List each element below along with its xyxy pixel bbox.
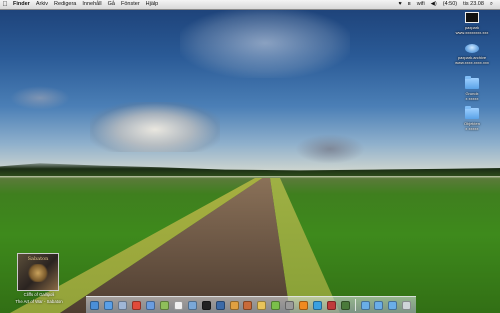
apple-menu-icon[interactable]:  [0,0,10,9]
wallpaper-cloud-left [10,86,70,110]
menu-hjalp[interactable]: Hjälp [143,0,162,9]
wallpaper-cloud-right [295,134,365,164]
menu-arkiv[interactable]: Arkiv [33,0,51,9]
terminal-icon[interactable] [201,300,211,310]
now-playing-track: Cliffs of Gallipoli [23,292,55,297]
album-band-logo: Sabaton [27,256,49,262]
volume-icon[interactable]: ◀) [428,0,440,9]
desktop-item-folder-2[interactable]: Objekten x xxxxx [452,106,492,131]
menu-finder[interactable]: Finder [10,0,33,9]
disk-icon [465,44,479,53]
now-playing-album: The Art of War - Sabaton [15,299,63,304]
adium-icon[interactable] [271,300,281,310]
wallpaper-treeline [0,163,500,176]
textedit-icon[interactable] [173,300,183,310]
desktop-item-paxpark-archive[interactable]: paxpark.archive www.xxxx.xxxx.xxx [452,44,492,65]
applications-folder-icon[interactable] [360,300,370,310]
album-emblem [28,264,48,282]
menu-bar:  Finder Arkiv Redigera Innehåll Gå Föns… [0,0,500,10]
menu-status-area: ♥ ʙ wifi ◀) (4:50) tis 23.08 ⌕ [396,0,500,9]
folder-icon [465,76,479,89]
menu-ga[interactable]: Gå [105,0,118,9]
itunes-icon[interactable] [146,300,156,310]
dictionary-icon[interactable] [243,300,253,310]
desktop-item-label: paxpark.archive www.xxxx.xxxx.xxx [455,55,489,65]
heart-icon[interactable]: ♥ [396,0,405,9]
menu-redigera[interactable]: Redigera [51,0,79,9]
menu-fonster[interactable]: Fönster [118,0,143,9]
preview-icon[interactable] [187,300,197,310]
skype-icon[interactable] [312,300,322,310]
wallpaper-cloud-center [90,102,220,152]
desktop-wallpaper [0,0,500,313]
desktop-item-folder-1[interactable]: Grundx x xxxxx [452,76,492,101]
ical-icon[interactable] [132,300,142,310]
dock [86,296,416,313]
downloads-folder-icon[interactable] [388,300,398,310]
trash-icon[interactable] [402,300,412,310]
menu-innehall[interactable]: Innehåll [79,0,104,9]
battery-status[interactable]: (4:50) [440,0,460,9]
documents-folder-icon[interactable] [374,300,384,310]
chess-icon[interactable] [257,300,267,310]
spotlight-icon[interactable]: ⌕ [487,0,496,9]
finder-icon[interactable] [90,300,100,310]
clock[interactable]: tis 23.08 [460,0,487,9]
system-preferences-icon[interactable] [285,300,295,310]
transmission-icon[interactable] [326,300,336,310]
folder-icon [465,106,479,119]
photoshop-icon[interactable] [215,300,225,310]
desktop-item-paxpark[interactable]: paxpark www.xxxxxxxx.xxx [452,12,492,35]
desktop-item-label: Objekten x xxxxx [463,121,480,131]
app-store-icon[interactable] [229,300,239,310]
dock-separator [354,299,356,311]
desktop-item-label: Grundx x xxxxx [465,91,479,101]
wallpaper-clouds-top [180,8,350,78]
activity-monitor-icon[interactable] [340,300,350,310]
iphoto-icon[interactable] [159,300,169,310]
desktop-item-label: paxpark www.xxxxxxxx.xxx [455,25,489,35]
vlc-icon[interactable] [299,300,309,310]
mail-icon[interactable] [118,300,128,310]
monitor-icon [465,12,479,23]
wifi-icon[interactable]: wifi [414,0,428,9]
album-art[interactable]: Sabaton [17,253,59,291]
bluetooth-icon[interactable]: ʙ [405,0,414,9]
safari-icon[interactable] [104,300,114,310]
